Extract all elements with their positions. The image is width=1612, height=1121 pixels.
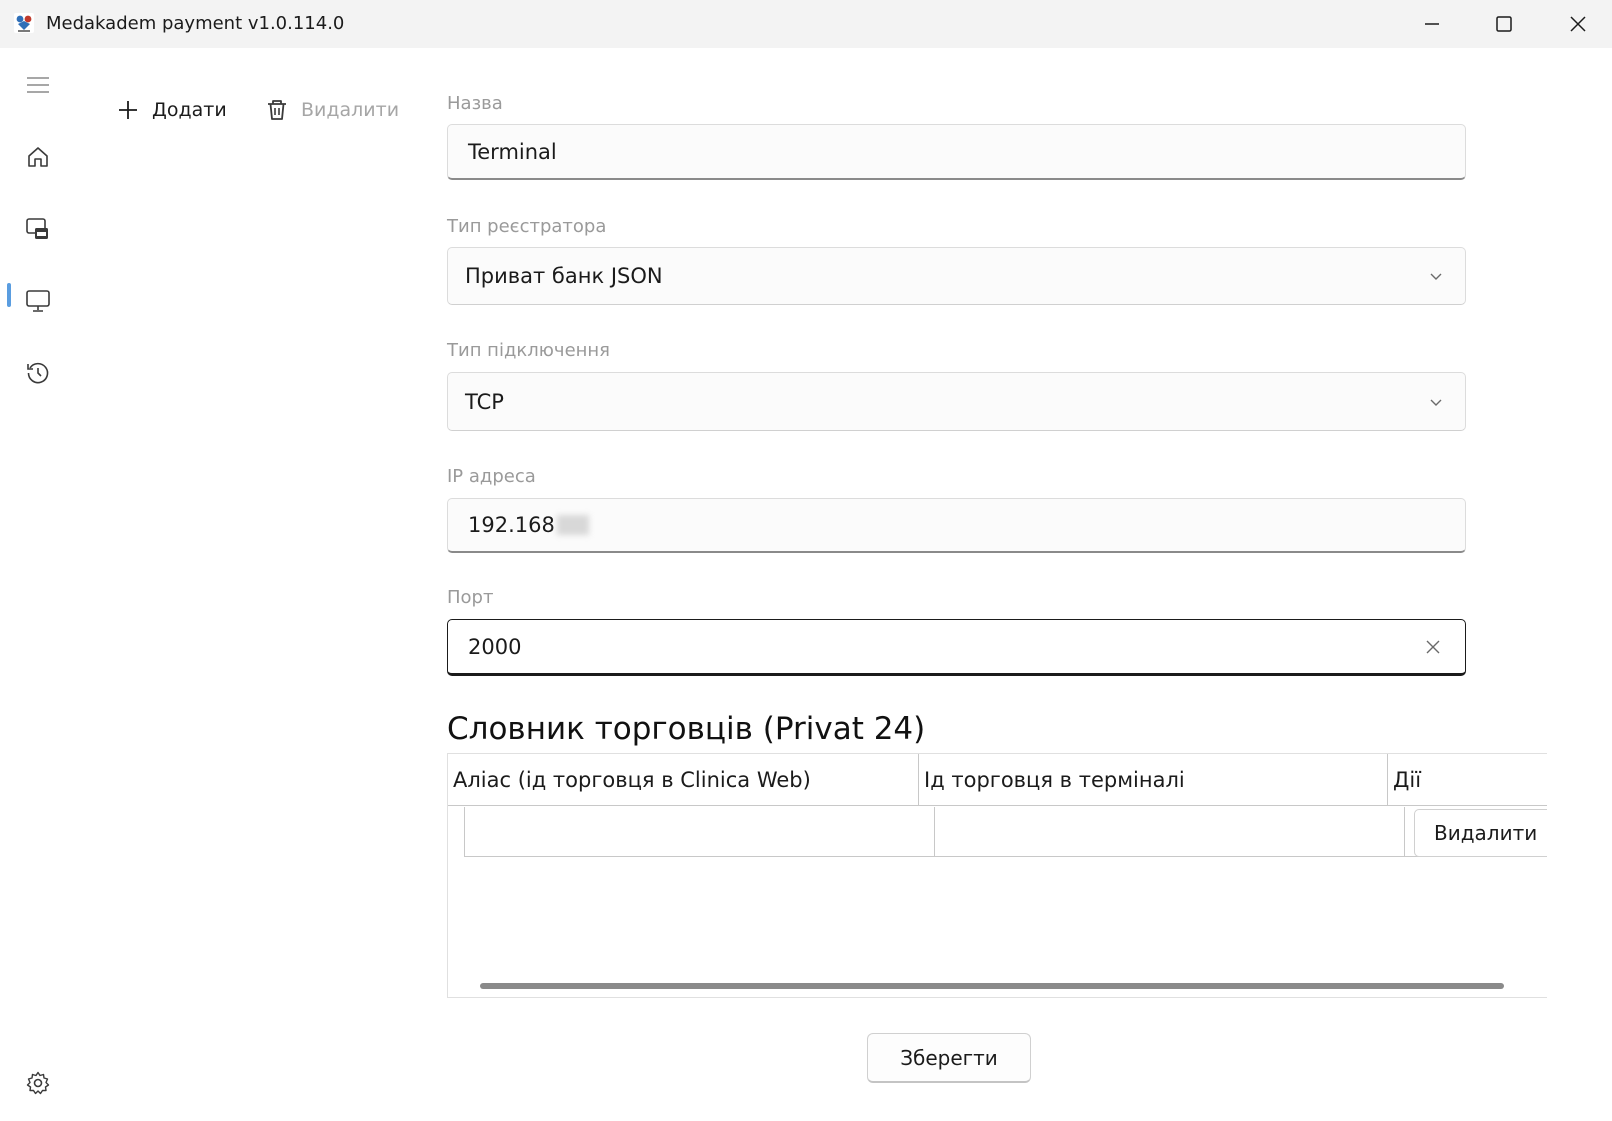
port-label: Порт <box>447 587 494 608</box>
port-value: 2000 <box>468 634 522 659</box>
chevron-down-icon <box>1430 399 1442 406</box>
redacted-ip-part <box>556 515 589 535</box>
ip-address-field[interactable]: 192.168 <box>447 498 1466 553</box>
nav-item-home[interactable] <box>18 137 58 177</box>
port-field[interactable]: 2000 <box>447 619 1466 676</box>
registrar-type-value: Приват банк JSON <box>465 264 663 288</box>
monitor-icon <box>26 290 50 312</box>
maximize-icon <box>1496 16 1512 32</box>
maximize-button[interactable] <box>1470 0 1538 48</box>
hamburger-menu-icon <box>27 77 49 93</box>
close-icon <box>1570 16 1586 32</box>
nav-selected-indicator <box>7 283 11 307</box>
minimize-icon <box>1425 23 1439 25</box>
nav-item-history[interactable] <box>18 353 58 393</box>
settings-icon <box>26 1071 50 1095</box>
home-icon <box>28 147 48 167</box>
row-delete-button[interactable]: Видалити <box>1414 809 1547 857</box>
menu-toggle-button[interactable] <box>18 65 58 105</box>
save-button[interactable]: Зберегти <box>867 1033 1031 1083</box>
delete-button[interactable]: Видалити <box>265 98 399 122</box>
nav-item-settings[interactable] <box>18 1063 58 1103</box>
payment-terminal-icon <box>26 218 48 239</box>
name-label: Назва <box>447 93 503 114</box>
delete-button-label: Видалити <box>301 99 400 121</box>
name-value: Terminal <box>468 139 557 164</box>
column-header-actions[interactable]: Дії <box>1388 754 1547 806</box>
connection-type-select[interactable]: TCP <box>447 372 1466 431</box>
connection-type-label: Тип підключення <box>447 340 611 361</box>
add-button-label: Додати <box>152 99 227 121</box>
nav-item-terminals[interactable] <box>18 281 58 321</box>
connection-type-value: TCP <box>465 389 504 414</box>
horizontal-scrollbar[interactable] <box>480 983 1504 989</box>
column-header-alias[interactable]: Аліас (ід торговця в Clinica Web) <box>448 754 919 806</box>
history-icon <box>27 362 49 384</box>
merchants-section-title: Словник торговців (Privat 24) <box>447 711 926 747</box>
ip-address-label: IP адреса <box>447 466 536 487</box>
trash-icon <box>268 100 286 120</box>
close-button[interactable] <box>1544 0 1612 48</box>
ip-address-value: 192.168 <box>468 513 555 537</box>
merchants-grid: Аліас (ід торговця в Clinica Web) Ід тор… <box>447 753 1547 998</box>
merchants-grid-header: Аліас (ід торговця в Clinica Web) Ід тор… <box>448 754 1547 806</box>
title-bar: Medakadem payment v1.0.114.0 <box>0 0 1612 48</box>
minimize-button[interactable] <box>1398 0 1466 48</box>
plus-icon <box>119 101 137 119</box>
add-button[interactable]: Додати <box>116 98 227 122</box>
registrar-type-label: Тип реєстратора <box>447 216 607 237</box>
nav-item-payments[interactable] <box>18 209 58 249</box>
chevron-down-icon <box>1430 273 1442 280</box>
window-title: Medakadem payment v1.0.114.0 <box>46 13 345 34</box>
cell-alias[interactable] <box>464 807 935 857</box>
app-logo-icon <box>14 13 34 33</box>
registrar-type-select[interactable]: Приват банк JSON <box>447 247 1466 305</box>
clear-icon[interactable] <box>1423 637 1443 657</box>
column-header-terminal-id[interactable]: Ід торговця в терміналі <box>919 754 1388 806</box>
name-field[interactable]: Terminal <box>447 124 1466 180</box>
cell-terminal-id[interactable] <box>935 807 1405 857</box>
